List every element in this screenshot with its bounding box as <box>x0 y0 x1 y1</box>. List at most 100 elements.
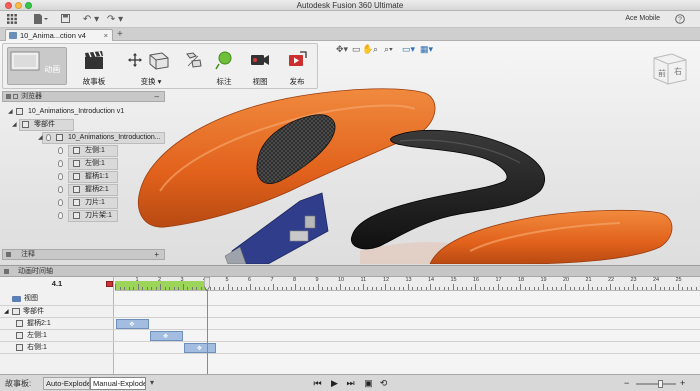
keyframe-record-icon[interactable] <box>106 281 113 287</box>
storyboard-tab-manual-explode[interactable]: Manual-Explode <box>90 377 146 390</box>
component-icon <box>16 344 23 351</box>
current-time-field[interactable]: 4.1 <box>0 279 114 291</box>
transform-action-bar[interactable]: ✥ <box>116 319 149 329</box>
visual-style-icon[interactable]: ▦▾ <box>420 44 433 55</box>
transform-action-bar[interactable]: ✥ <box>183 343 217 353</box>
ruler-tick <box>137 284 139 290</box>
look-at-icon[interactable]: ▭ <box>352 44 361 55</box>
expand-triangle-icon[interactable]: ◢ <box>8 106 13 118</box>
view-label: 视图 <box>252 77 268 86</box>
visibility-bulb-icon[interactable] <box>46 134 51 141</box>
pan-icon[interactable]: ✋ <box>362 44 373 55</box>
expand-triangle-icon[interactable]: ◢ <box>38 132 43 144</box>
annotate-button[interactable]: 标注 <box>211 46 237 88</box>
visibility-bulb-icon[interactable] <box>58 199 63 206</box>
storyboard-button[interactable]: 故事板 <box>77 46 111 88</box>
zoom-icon[interactable]: ⌕ <box>373 44 378 55</box>
animation-timeline-header[interactable]: 动画时间轴 <box>0 265 700 277</box>
fullscreen-playback-button[interactable]: ▣ <box>363 378 374 389</box>
visibility-bulb-icon[interactable] <box>58 186 63 193</box>
new-tab-icon[interactable]: + <box>117 29 123 40</box>
go-to-start-button[interactable]: ⏮ <box>312 378 323 389</box>
document-tab[interactable]: 10_Anima...ction v4 × <box>5 29 113 41</box>
ruler-tick <box>187 287 188 290</box>
ruler-tick <box>511 287 512 290</box>
view-cube-front-face[interactable]: 前 <box>658 68 666 79</box>
ruler-tick <box>313 287 314 290</box>
ruler-label: 10 <box>338 277 345 283</box>
visibility-bulb-icon[interactable] <box>58 212 63 219</box>
ruler-tick <box>430 284 431 290</box>
panel-collapse-icon[interactable] <box>6 252 11 257</box>
ruler-tick <box>470 287 472 290</box>
ruler-tick <box>565 284 566 290</box>
data-panel-grid-icon[interactable] <box>6 14 18 25</box>
transform-button[interactable]: 变换 ▾ <box>121 46 181 88</box>
document-tab-label: 10_Anima...ction v4 <box>20 31 86 40</box>
row-divider <box>0 341 700 342</box>
visibility-bulb-icon[interactable] <box>58 173 63 180</box>
publish-button[interactable]: 发布 <box>283 46 311 88</box>
panel-minimize-icon[interactable]: – <box>155 92 159 102</box>
zoom-out-icon[interactable]: − <box>624 378 629 388</box>
fit-icon[interactable]: ⌕▾ <box>384 44 393 55</box>
ruler-tick <box>286 287 287 290</box>
visibility-bulb-icon[interactable] <box>58 147 63 154</box>
ruler-tick <box>317 284 319 290</box>
ruler-tick <box>394 287 395 290</box>
timeline-row-label: 视图 <box>24 295 38 302</box>
orbit-icon[interactable]: ✥▾ <box>336 44 348 55</box>
play-button[interactable]: ▶ <box>329 378 340 389</box>
add-comment-icon[interactable]: + <box>154 250 159 260</box>
transform-action-bar[interactable]: ✥ <box>149 331 183 341</box>
redo-icon[interactable]: ↷ ▾ <box>106 14 124 25</box>
display-settings-icon[interactable]: ▭▾ <box>402 44 415 55</box>
timeline-zoom-slider[interactable] <box>636 380 676 388</box>
file-menu-icon[interactable] <box>32 14 50 25</box>
zoom-slider-knob[interactable] <box>658 380 663 388</box>
ruler-tick <box>268 287 269 290</box>
panel-collapse-icon[interactable] <box>6 94 11 99</box>
save-icon[interactable] <box>60 14 70 25</box>
publish-label: 发布 <box>289 77 305 86</box>
zoom-in-icon[interactable]: + <box>680 378 685 388</box>
timeline-row-labels: 4.1 视图 ◢ 零部件 握柄2:1 左侧:1 右侧:1 <box>0 277 114 374</box>
row-divider <box>0 329 700 330</box>
view-cube-right-face[interactable]: 右 <box>674 66 682 77</box>
view-cube[interactable]: 前 右 <box>648 48 690 88</box>
ruler-tick <box>371 287 373 290</box>
explode-button[interactable] <box>183 46 205 88</box>
close-tab-icon[interactable]: × <box>104 30 108 41</box>
panel-collapse-icon[interactable] <box>4 269 9 274</box>
ruler-tick <box>605 287 607 290</box>
ruler-tick <box>533 287 535 290</box>
ruler-tick <box>646 287 647 290</box>
expand-triangle-icon[interactable]: ◢ <box>12 119 17 131</box>
ruler-tick <box>232 287 233 290</box>
ruler-tick <box>200 287 202 290</box>
ruler-tick <box>520 284 521 290</box>
user-account[interactable]: Ace Mobile <box>625 15 660 22</box>
browser-header[interactable]: 浏览器 – <box>2 91 165 102</box>
ruler-tick <box>484 287 485 290</box>
go-to-end-button[interactable]: ⏭ <box>345 378 356 389</box>
storyboard-tab-auto-explode[interactable]: Auto-Explode <box>43 377 90 390</box>
help-icon[interactable]: ? <box>674 14 686 25</box>
storyboard-tab-menu-icon[interactable]: ▾ <box>150 378 154 387</box>
ruler-label: 8 <box>293 277 297 283</box>
panel-pin-icon[interactable] <box>13 94 18 99</box>
undo-icon[interactable]: ↶ ▾ <box>82 14 100 25</box>
ruler-tick <box>655 284 656 290</box>
timeline-ruler[interactable]: 1234567891011121314151617181920212223242… <box>115 277 700 291</box>
ruler-tick <box>452 284 454 290</box>
ruler-tick <box>686 287 688 290</box>
comments-header[interactable]: 注释 + <box>2 249 165 260</box>
playhead-handle[interactable] <box>204 277 211 291</box>
workspace-label: 动画 <box>44 65 61 74</box>
view-button[interactable]: 视图 <box>247 46 273 88</box>
workspace-switcher[interactable]: 动画 <box>7 47 67 85</box>
visibility-bulb-icon[interactable] <box>58 160 63 167</box>
loop-playback-button[interactable]: ⟲ <box>378 378 389 389</box>
ruler-tick <box>223 287 224 290</box>
ruler-tick <box>227 284 229 290</box>
